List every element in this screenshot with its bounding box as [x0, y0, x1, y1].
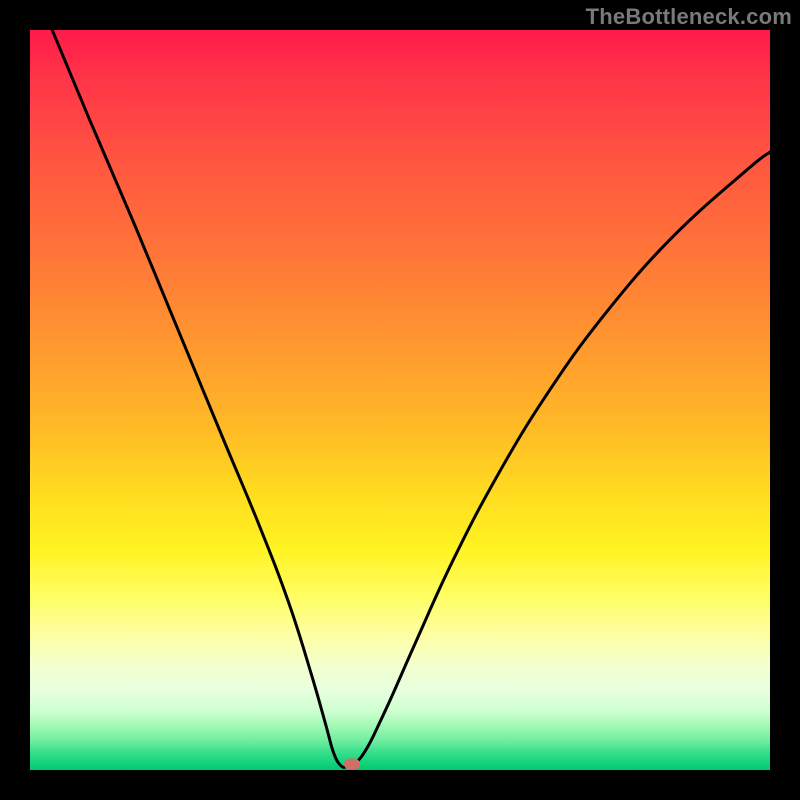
bottleneck-marker	[344, 759, 360, 770]
plot-area	[30, 30, 770, 770]
chart-container: TheBottleneck.com	[0, 0, 800, 800]
watermark-text: TheBottleneck.com	[586, 4, 792, 30]
bottleneck-curve	[30, 30, 770, 770]
